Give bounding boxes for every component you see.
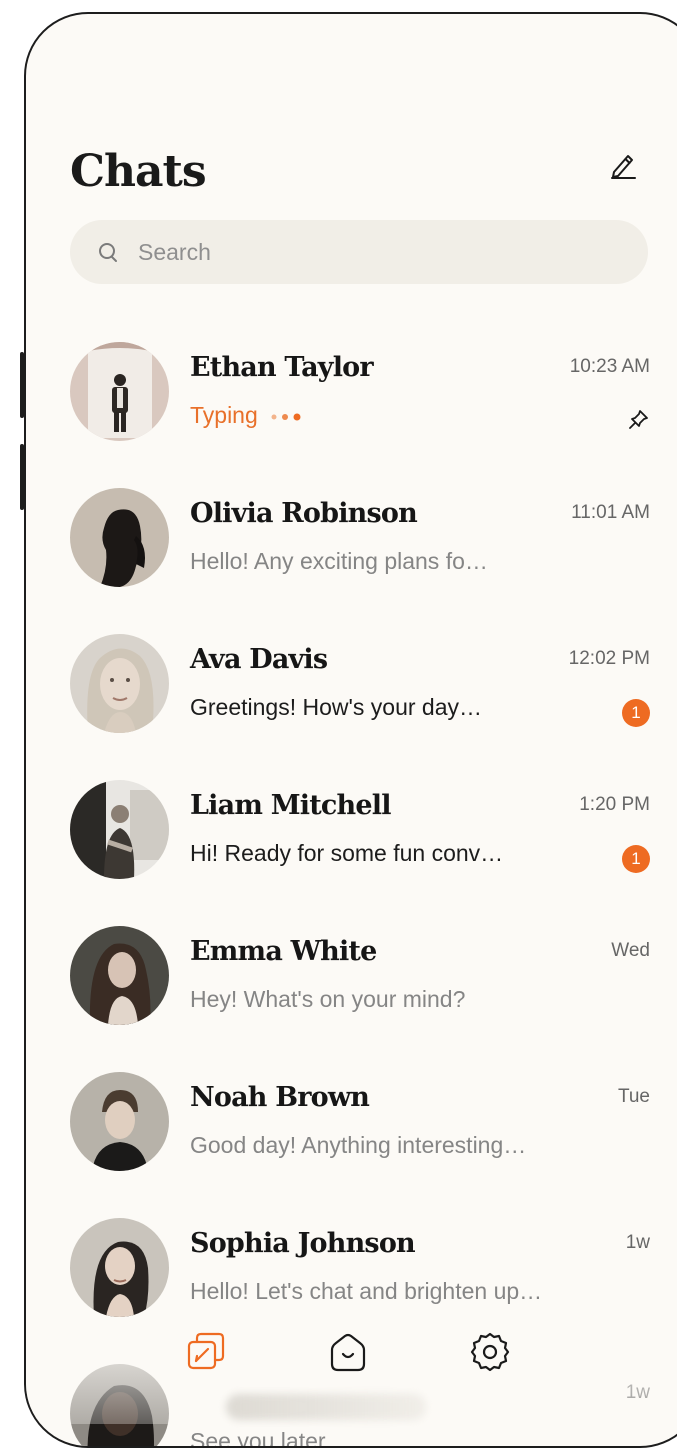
avatar: [70, 1072, 169, 1171]
tab-chats[interactable]: [184, 1330, 230, 1376]
search-icon: [99, 243, 117, 262]
tab-home[interactable]: [326, 1330, 372, 1376]
chat-name: Ethan Taylor: [190, 352, 374, 383]
chat-preview: Hello! Any exciting plans fo…: [190, 548, 488, 574]
chat-item-sophia-johnson[interactable]: Sophia Johnson 1w Hello! Let's chat and …: [70, 1218, 650, 1328]
tab-settings[interactable]: [468, 1330, 514, 1376]
chat-time: 11:01 AM: [571, 502, 650, 523]
chat-item-ava-davis[interactable]: Ava Davis 12:02 PM Greetings! How's your…: [70, 634, 650, 744]
chats-tab-icon: [187, 1332, 225, 1370]
tab-bar: [26, 1330, 677, 1410]
chat-name: Emma White: [190, 936, 377, 967]
chat-name: Ava Davis: [190, 644, 328, 675]
unread-badge: 1: [622, 845, 650, 873]
chat-preview: Hey! What's on your mind?: [190, 986, 466, 1012]
unread-badge: 1: [622, 699, 650, 727]
chat-preview: Greetings! How's your day…: [190, 694, 483, 720]
chat-name: Liam Mitchell: [190, 790, 391, 821]
chat-preview: Typing: [190, 402, 258, 428]
chat-preview: Good day! Anything interesting…: [190, 1132, 527, 1158]
chat-preview: See you later: [190, 1428, 326, 1448]
home-tab-icon: [330, 1333, 366, 1372]
chat-item-noah-brown[interactable]: Noah Brown Tue Good day! Anything intere…: [70, 1072, 650, 1182]
phone-frame: Chats Search Ethan Taylor 10:23 AM Typin…: [24, 12, 677, 1448]
chat-time: 10:23 AM: [569, 356, 650, 377]
chat-time: 12:02 PM: [568, 648, 650, 669]
compose-button[interactable]: [608, 150, 638, 180]
chat-name: Sophia Johnson: [190, 1228, 416, 1259]
typing-indicator: Typing: [190, 402, 590, 429]
avatar: [70, 634, 169, 733]
avatar: [70, 342, 169, 441]
avatar: [70, 780, 169, 879]
avatar: [70, 926, 169, 1025]
avatar: [70, 488, 169, 587]
search-bar[interactable]: [70, 220, 648, 284]
chat-time: Tue: [617, 1086, 650, 1107]
chat-item-emma-white[interactable]: Emma White Wed Hey! What's on your mind?: [70, 926, 650, 1036]
chat-item-olivia-robinson[interactable]: Olivia Robinson 11:01 AM Hello! Any exci…: [70, 488, 650, 598]
chat-time: 1:20 PM: [579, 794, 650, 815]
chat-item-liam-mitchell[interactable]: Liam Mitchell 1:20 PM Hi! Ready for some…: [70, 780, 650, 890]
search-input[interactable]: [138, 234, 618, 270]
settings-gear-icon: [470, 1332, 510, 1372]
typing-dots-icon: [271, 413, 301, 421]
chat-preview: Hi! Ready for some fun conv…: [190, 840, 504, 866]
avatar: [70, 1218, 169, 1317]
chat-preview: Hello! Let's chat and brighten up…: [190, 1278, 543, 1304]
chat-name: Olivia Robinson: [190, 498, 418, 529]
chat-time: Wed: [611, 940, 650, 961]
chat-item-ethan-taylor[interactable]: Ethan Taylor 10:23 AM Typing: [70, 342, 650, 452]
pin-icon: [629, 410, 648, 429]
page-title: Chats: [70, 146, 207, 197]
edit-pencil-icon: [611, 155, 636, 179]
chat-time: 1w: [625, 1232, 650, 1253]
chat-name: Noah Brown: [190, 1082, 370, 1113]
